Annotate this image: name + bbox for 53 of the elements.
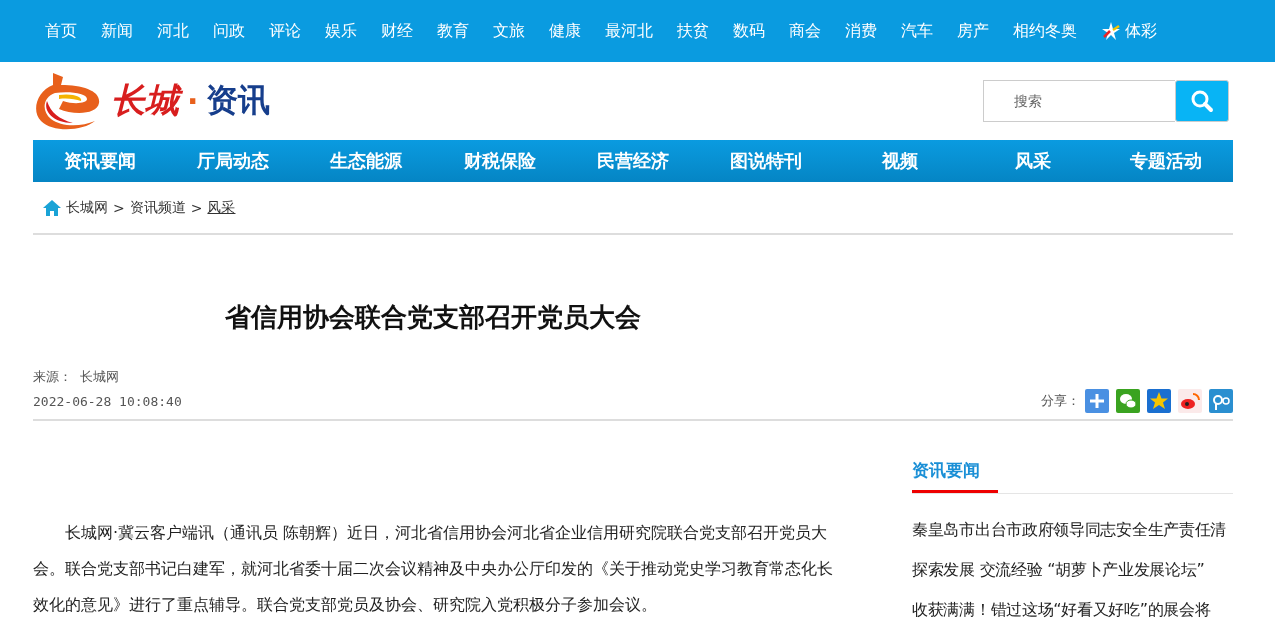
breadcrumb-link[interactable]: 风采 [207,198,236,217]
article-paragraph: 长城网·冀云客户端讯（通讯员 陈朝辉）近日，河北省信用协会河北省企业信用研究院联合党支部召开党员大会。联合党支部书记白建军，就河北省委十届二次会议精神及中央办公厅印发的《关于推动党史学习教育常态化长效化的意见》进行了重点辅导。联合党支部党员及协会、研究院入党积极分子参加会议。 [33,522,833,616]
share-label: 分享： [1041,392,1080,410]
sidebar-title: 资讯要闻 [912,459,998,493]
nav-link[interactable]: 体彩 [1089,20,1169,42]
weibo-share-icon[interactable] [1178,389,1202,413]
nav-link[interactable]: 相约冬奥 [1001,20,1089,42]
channel-link[interactable]: 资讯要闻 [33,149,167,173]
news-link[interactable]: 秦皇岛市出台市政府领导同志安全生产责任清 [912,510,1233,550]
source-text: 来源： 长城网 [33,368,119,386]
breadcrumb-link[interactable]: 资讯频道 [129,198,186,217]
nav-link[interactable]: 数码 [721,20,777,42]
news-link[interactable]: 探索发展 交流经验 “胡萝卜产业发展论坛” [912,550,1233,590]
channel-link[interactable]: 厅局动态 [166,149,300,173]
nav-link[interactable]: 最河北 [593,20,665,42]
nav-link[interactable]: 汽车 [889,20,945,42]
channel-link[interactable]: 图说特刊 [699,149,833,173]
nav-link[interactable]: 首页 [33,20,89,42]
nav-link[interactable]: 健康 [537,20,593,42]
logo-dot: · [187,83,199,119]
nav-link[interactable]: 问政 [201,20,257,42]
search-field[interactable]: 搜索 [983,80,1175,122]
chat-share-icon[interactable] [1116,389,1140,413]
channel-link[interactable]: 财税保险 [433,149,567,173]
breadcrumb-link[interactable]: 长城网 [66,198,108,217]
article-title: 省信用协会联合党支部召开党员大会 [224,300,642,334]
news-link[interactable]: 收获满满！错过这场“好看又好吃”的展会将 [912,590,1233,630]
breadcrumb-separator: > [190,199,203,216]
nav-link[interactable]: 文旅 [481,20,537,42]
search-button[interactable] [1175,80,1229,122]
nav-link[interactable]: 商会 [777,20,833,42]
star-share-icon[interactable] [1147,389,1171,413]
star-icon [1101,21,1121,41]
publish-date: 2022-06-28 10:08:40 [33,393,182,409]
breadcrumb-separator: > [113,199,125,216]
channel-link[interactable]: 专题活动 [1099,149,1233,173]
nav-link[interactable]: 扶贫 [665,20,721,42]
channel-link[interactable]: 民营经济 [566,149,700,173]
nav-link[interactable]: 消费 [833,20,889,42]
nav-link[interactable]: 教育 [425,20,481,42]
nav-link[interactable]: 新闻 [89,20,145,42]
search-icon [1190,89,1214,113]
nav-link[interactable]: 财经 [369,20,425,42]
nav-link[interactable]: 娱乐 [313,20,369,42]
channel-link[interactable]: 生态能源 [299,149,433,173]
nav-link[interactable]: 评论 [257,20,313,42]
nav-link[interactable]: 河北 [145,20,201,42]
logo-channel-text: 资讯 [206,80,271,121]
channel-link[interactable]: 风采 [966,149,1100,173]
home-icon[interactable] [43,199,61,216]
plus-share-icon[interactable] [1085,389,1109,413]
nav-link[interactable]: 房产 [945,20,1001,42]
channel-link[interactable]: 视频 [833,149,967,173]
